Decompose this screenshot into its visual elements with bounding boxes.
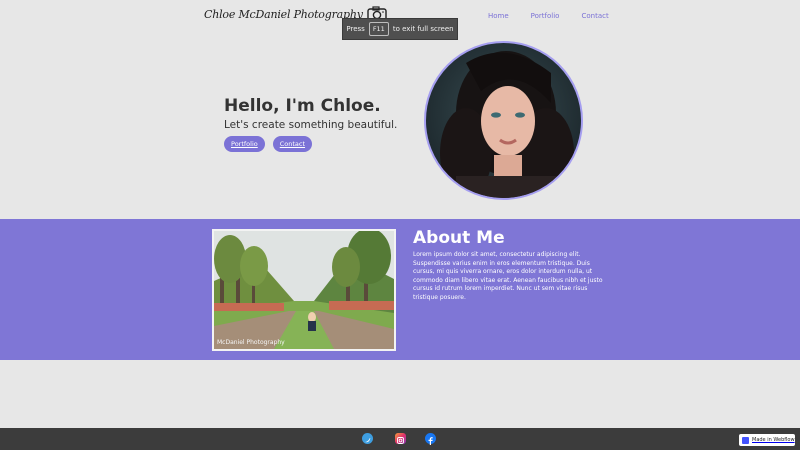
instagram-icon[interactable] xyxy=(395,433,406,444)
main-nav: Home Portfolio Contact xyxy=(488,12,609,20)
about-section xyxy=(0,219,800,360)
hero-buttons: Portfolio Contact xyxy=(224,136,313,152)
hero-title: Hello, I'm Chloe. xyxy=(224,96,381,116)
toast-prefix: Press xyxy=(346,25,365,33)
portfolio-button[interactable]: Portfolio xyxy=(224,136,265,152)
about-body: Lorem ipsum dolor sit amet, consectetur … xyxy=(413,251,603,301)
fullscreen-toast: Press F11 to exit full screen xyxy=(342,18,458,40)
toast-suffix: to exit full screen xyxy=(392,25,454,33)
nav-contact[interactable]: Contact xyxy=(581,12,608,20)
nav-home[interactable]: Home xyxy=(488,12,509,20)
f11-key: F11 xyxy=(368,22,389,36)
about-photo: McDaniel Photography xyxy=(212,229,396,351)
facebook-icon[interactable] xyxy=(425,433,436,445)
portrait-illustration xyxy=(440,51,574,198)
webflow-badge-label: Made in Webflow xyxy=(752,437,795,443)
hero-subtitle: Let's create something beautiful. xyxy=(224,119,398,131)
photo-watermark: McDaniel Photography xyxy=(217,339,285,346)
contact-button[interactable]: Contact xyxy=(272,136,313,152)
twitter-icon[interactable] xyxy=(362,433,373,444)
logo-text: Chloe McDaniel Photography xyxy=(204,7,363,21)
webflow-badge[interactable]: Made in Webflow xyxy=(739,434,795,446)
nav-portfolio[interactable]: Portfolio xyxy=(531,12,560,20)
portrait-photo xyxy=(424,41,583,200)
webflow-icon xyxy=(742,436,749,444)
about-title: About Me xyxy=(413,228,505,248)
garden-photo-illustration xyxy=(214,231,394,349)
